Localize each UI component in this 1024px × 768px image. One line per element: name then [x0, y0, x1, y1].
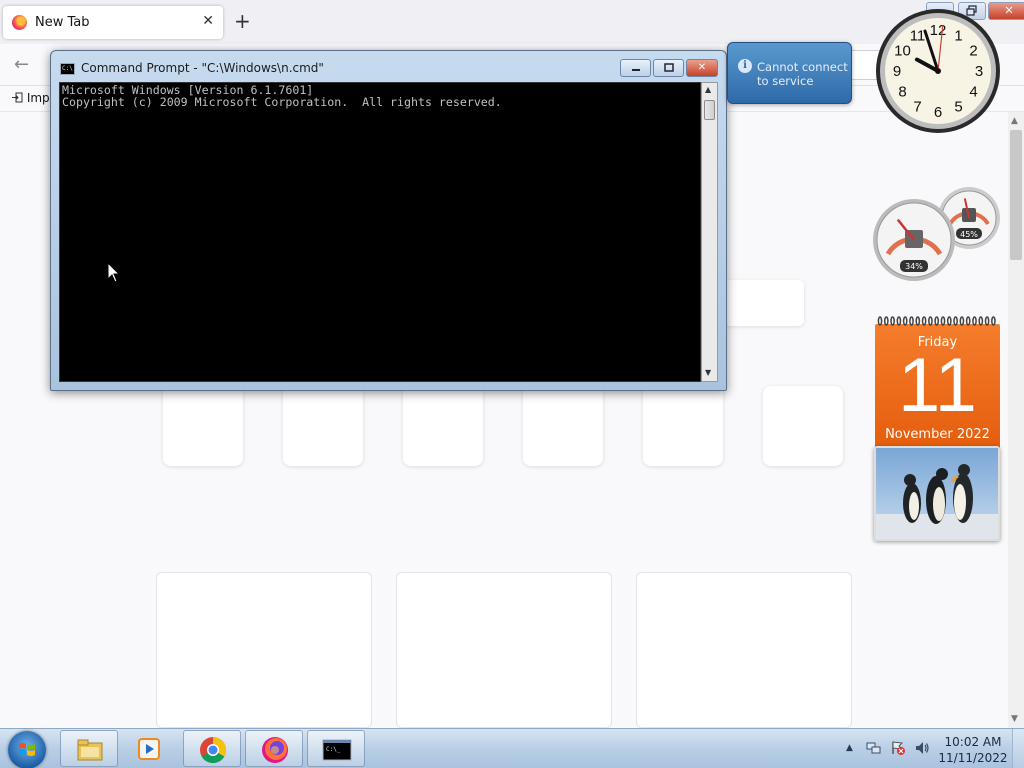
console-scrollbar[interactable]: ▲ ▼ — [701, 82, 718, 382]
volume-icon[interactable] — [914, 740, 930, 756]
minimize-icon — [631, 69, 640, 71]
tab-title: New Tab — [35, 15, 90, 30]
clock-numeral: 5 — [954, 99, 962, 116]
taskbar-chrome[interactable] — [183, 730, 241, 767]
command-prompt-window[interactable]: C:\ Command Prompt - "C:\Windows\n.cmd" … — [50, 50, 727, 391]
new-tab-button[interactable]: + — [234, 9, 251, 33]
shortcut-tile[interactable] — [403, 386, 483, 466]
clock-numeral: 8 — [898, 84, 906, 101]
browser-tab-new-tab[interactable]: New Tab ✕ — [3, 6, 223, 39]
shortcut-tile[interactable] — [523, 386, 603, 466]
cmd-app-icon: C:\ — [60, 63, 75, 75]
taskbar-firefox[interactable] — [245, 730, 303, 767]
import-bookmarks-link[interactable]: Imp — [12, 91, 50, 105]
tab-close-icon[interactable]: ✕ — [202, 13, 214, 29]
cmd-icon: C:\_ — [322, 739, 352, 761]
scroll-up-icon[interactable]: ▲ — [1011, 116, 1018, 126]
media-player-icon — [138, 738, 160, 760]
start-button[interactable] — [8, 731, 46, 768]
shortcut-tile[interactable] — [163, 386, 243, 466]
clock-numeral: 10 — [894, 43, 911, 60]
clock-numeral: 1 — [954, 28, 962, 45]
clock-numeral: 6 — [934, 104, 942, 121]
recommendation-card[interactable] — [156, 572, 372, 728]
shortcut-tile[interactable] — [283, 386, 363, 466]
maximize-icon — [663, 63, 674, 72]
windows-logo-icon — [19, 743, 35, 756]
calendar-rings-icon — [877, 316, 996, 326]
calendar-month: November 2022 — [885, 427, 990, 442]
show-hidden-icons-icon[interactable]: ▲ — [846, 743, 853, 753]
clock-gadget[interactable]: 1234567891011 12 — [874, 7, 1002, 135]
calendar-gadget[interactable]: Friday 11 November 2022 — [875, 316, 1000, 450]
minimize-button[interactable] — [620, 59, 651, 77]
clock-numeral: 11 — [910, 28, 926, 45]
page-scrollbar[interactable]: ▲ ▼ — [1008, 112, 1024, 728]
maximize-button[interactable] — [653, 59, 684, 77]
clock-numeral: 7 — [913, 99, 921, 116]
network-icon[interactable] — [866, 740, 882, 756]
clock-numeral: 4 — [969, 84, 977, 101]
cpu-meter-gadget[interactable]: 45% 34% — [872, 186, 1002, 286]
action-center-flag-icon[interactable] — [890, 740, 906, 756]
taskbar-date: 11/11/2022 — [938, 751, 1008, 765]
slideshow-gadget[interactable] — [874, 446, 1000, 541]
shortcut-tile[interactable] — [763, 386, 843, 466]
recommendation-card[interactable] — [636, 572, 852, 728]
cpu-percent: 34% — [905, 262, 923, 271]
svg-text:C:\_: C:\_ — [326, 746, 341, 753]
scroll-down-icon[interactable]: ▼ — [1011, 714, 1018, 724]
taskbar: C:\_ ▲ 10:02 AM 11/11/2022 — [0, 728, 1024, 768]
gadget-message: Cannot connect to service — [757, 60, 848, 88]
window-title: Command Prompt - "C:\Windows\n.cmd" — [81, 61, 324, 75]
console-line: Copyright (c) 2009 Microsoft Corporation… — [62, 95, 502, 109]
taskbar-time: 10:02 AM — [944, 735, 1002, 749]
clock-numeral: 2 — [969, 43, 977, 60]
show-desktop-button[interactable] — [1012, 729, 1024, 768]
chrome-icon — [200, 736, 227, 764]
bookmark-label: Imp — [26, 91, 50, 105]
taskbar-command-prompt[interactable]: C:\_ — [307, 730, 365, 767]
scroll-down-icon[interactable]: ▼ — [705, 368, 711, 377]
shortcut-tile[interactable] — [643, 386, 723, 466]
info-icon: i — [738, 59, 752, 73]
console-output[interactable]: Microsoft Windows [Version 6.1.7601] Cop… — [59, 82, 701, 382]
recommendation-card[interactable] — [396, 572, 612, 728]
memory-percent: 45% — [960, 230, 978, 239]
scrollbar-thumb[interactable] — [704, 100, 715, 120]
back-arrow-icon[interactable]: ← — [14, 54, 29, 75]
clock-numeral: 3 — [975, 63, 983, 80]
import-icon — [12, 92, 23, 103]
taskbar-media-player[interactable] — [121, 730, 179, 767]
firefox-icon — [262, 737, 288, 763]
weather-gadget-error[interactable]: i Cannot connect to service — [727, 42, 852, 104]
penguins-photo — [876, 448, 998, 539]
mouse-cursor-icon — [107, 262, 121, 283]
firefox-favicon-icon — [12, 15, 27, 30]
scroll-up-icon[interactable]: ▲ — [705, 85, 711, 94]
clock-numeral: 9 — [893, 63, 901, 80]
close-button[interactable]: ✕ — [686, 59, 718, 77]
calendar-date: 11 — [898, 343, 977, 428]
search-box-fragment[interactable] — [724, 280, 804, 326]
clock-numeral: 12 — [930, 22, 947, 39]
taskbar-clock[interactable]: 10:02 AM 11/11/2022 — [938, 734, 1008, 766]
scrollbar-thumb[interactable] — [1010, 130, 1022, 260]
folder-icon — [77, 739, 103, 761]
browser-tab-strip: New Tab ✕ + ✕ — [0, 0, 1024, 44]
taskbar-explorer[interactable] — [60, 730, 118, 767]
